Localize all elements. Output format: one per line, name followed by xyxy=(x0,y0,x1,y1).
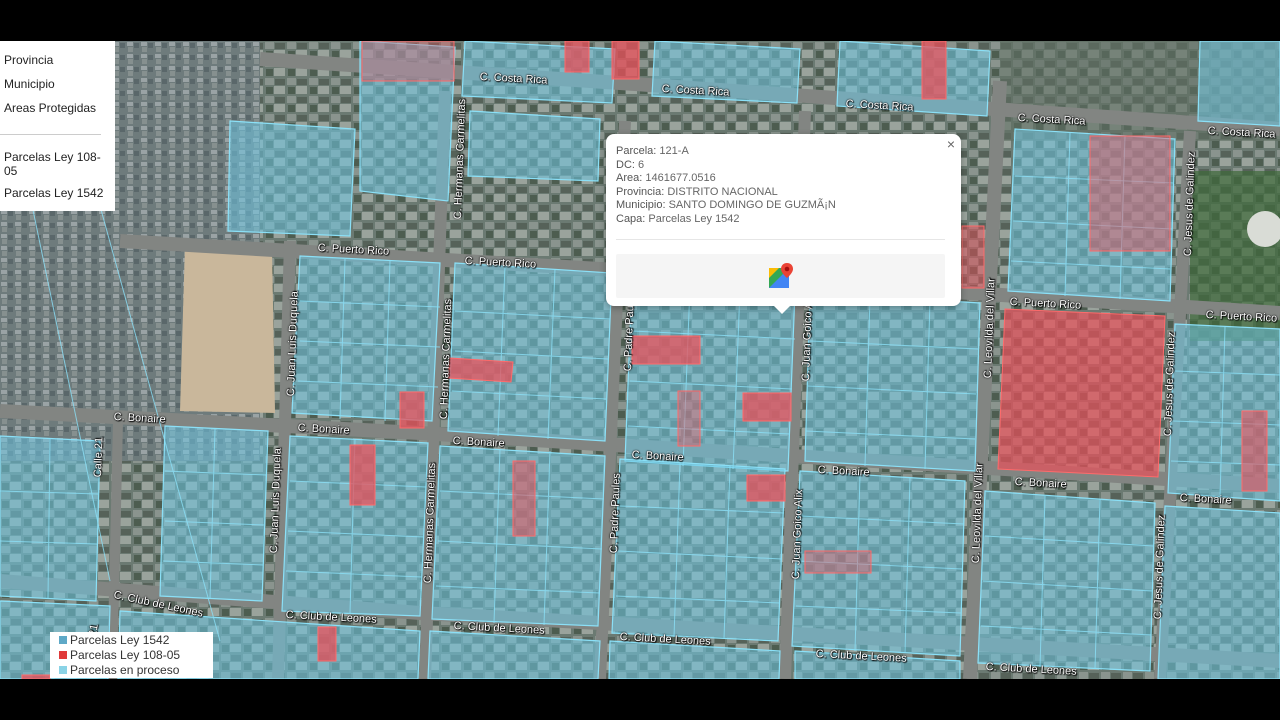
info-row-area: Area: 1461677.0516 xyxy=(616,172,716,184)
info-row-dc: DC: 6 xyxy=(616,158,645,171)
layer-item-areas-protegidas[interactable]: Areas Protegidas xyxy=(4,101,96,115)
map-legend: Parcelas Ley 1542 Parcelas Ley 108-05 Pa… xyxy=(50,632,213,678)
parcel-info: Parcela: 121-A DC: 6 Area: 1461677.0516 … xyxy=(616,145,836,226)
google-maps-icon xyxy=(768,263,793,288)
info-row-provincia: Provincia: DISTRITO NACIONAL xyxy=(616,185,778,198)
legend-swatch xyxy=(59,651,67,659)
legend-item-parcelas-ley-1542: Parcelas Ley 1542 xyxy=(59,633,169,647)
info-row-capa: Capa: Parcelas Ley 1542 xyxy=(616,212,740,225)
vacant-lot xyxy=(180,246,275,413)
info-row-municipio: Municipio: SANTO DOMINGO DE GUZMÃ¡N xyxy=(616,199,836,211)
info-row-parcela: Parcela: 121-A xyxy=(616,145,689,157)
legend-swatch xyxy=(59,636,67,644)
legend-item-parcelas-ley-108-05: Parcelas Ley 108-05 xyxy=(59,648,180,662)
layer-item-parcelas-ley-1542[interactable]: Parcelas Ley 1542 xyxy=(4,186,103,200)
layer-item-provincia[interactable]: Provincia xyxy=(4,53,53,67)
layer-panel: Provincia Municipio Areas Protegidas Par… xyxy=(0,41,115,211)
open-in-google-maps-button[interactable] xyxy=(616,254,945,298)
legend-item-parcelas-en-proceso: Parcelas en proceso xyxy=(59,663,179,677)
layer-item-parcelas-ley-108-05[interactable]: Parcelas Ley 108-05 xyxy=(4,150,104,178)
legend-swatch xyxy=(59,666,67,674)
popup-divider xyxy=(616,239,945,240)
layer-panel-divider xyxy=(0,134,101,135)
parcel-info-popup: × Parcela: 121-A DC: 6 Area: 1461677.051… xyxy=(606,134,961,314)
close-icon[interactable]: × xyxy=(947,136,955,152)
layer-item-municipio[interactable]: Municipio xyxy=(4,77,55,91)
